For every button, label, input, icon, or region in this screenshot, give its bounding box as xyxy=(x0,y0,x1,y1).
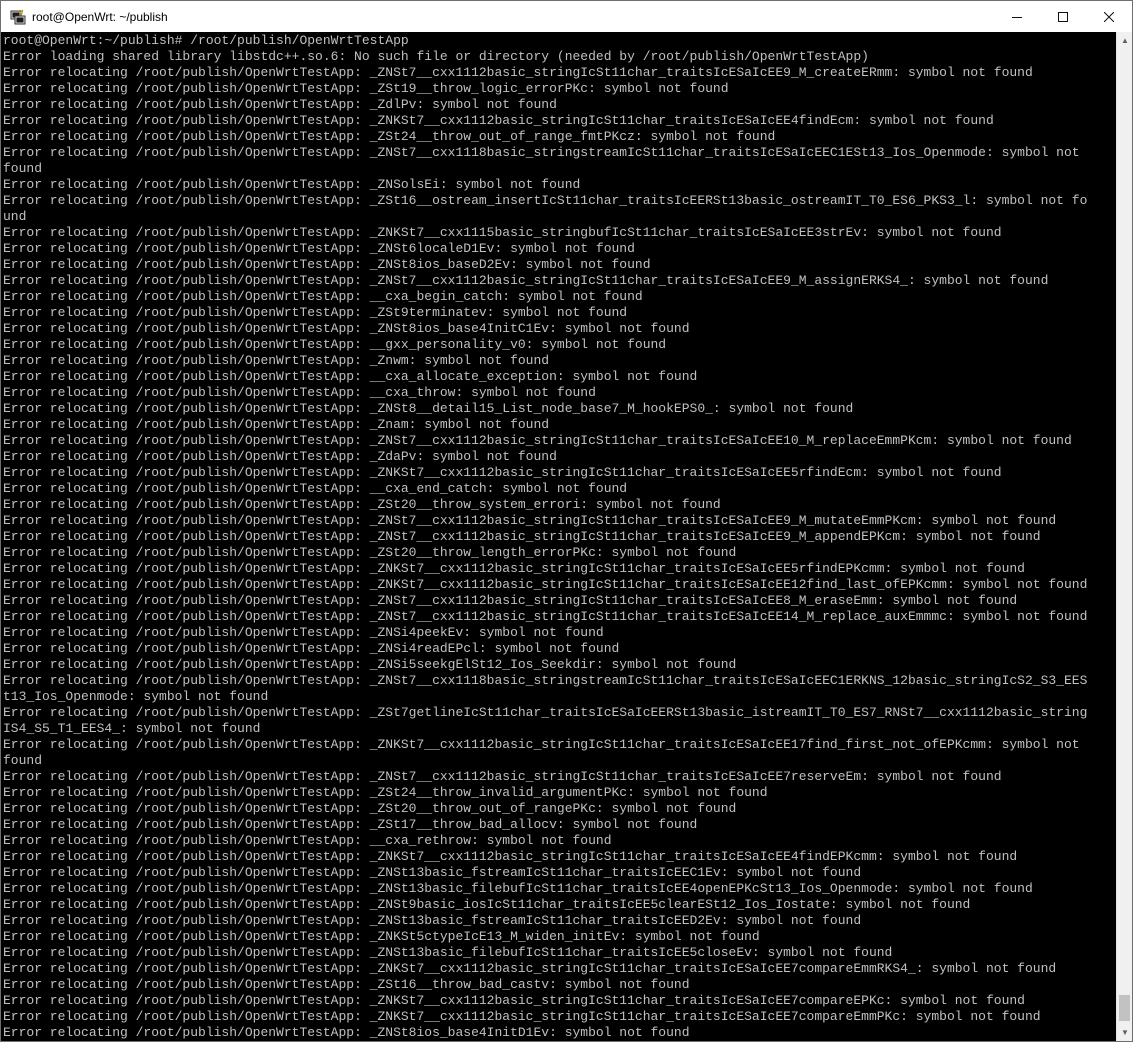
terminal-line: found xyxy=(3,753,43,768)
terminal-line: Error relocating /root/publish/OpenWrtTe… xyxy=(3,801,737,816)
terminal-line: found xyxy=(3,161,43,176)
terminal-line: Error relocating /root/publish/OpenWrtTe… xyxy=(3,273,1049,288)
terminal-line: Error relocating /root/publish/OpenWrtTe… xyxy=(3,353,550,368)
terminal-line: Error relocating /root/publish/OpenWrtTe… xyxy=(3,145,1080,160)
terminal-line: root@OpenWrt:~/publish# /root/publish/Op… xyxy=(3,33,409,48)
terminal-line: Error relocating /root/publish/OpenWrtTe… xyxy=(3,1025,690,1040)
terminal-line: Error relocating /root/publish/OpenWrtTe… xyxy=(3,65,1033,80)
scrollbar-thumb[interactable] xyxy=(1119,995,1130,1021)
maximize-icon xyxy=(1058,11,1068,22)
terminal-line: Error relocating /root/publish/OpenWrtTe… xyxy=(3,465,1002,480)
terminal-line: Error relocating /root/publish/OpenWrtTe… xyxy=(3,577,1088,592)
terminal-line: Error relocating /root/publish/OpenWrtTe… xyxy=(3,641,620,656)
terminal-line: Error relocating /root/publish/OpenWrtTe… xyxy=(3,737,1080,752)
terminal-line: Error relocating /root/publish/OpenWrtTe… xyxy=(3,849,1018,864)
maximize-button[interactable] xyxy=(1040,1,1086,32)
terminal-line: Error relocating /root/publish/OpenWrtTe… xyxy=(3,97,557,112)
scroll-down-arrow-icon[interactable]: ▼ xyxy=(1117,1024,1133,1041)
terminal-line: und xyxy=(3,209,27,224)
terminal-line: Error relocating /root/publish/OpenWrtTe… xyxy=(3,833,612,848)
terminal-line: Error relocating /root/publish/OpenWrtTe… xyxy=(3,369,698,384)
close-button[interactable] xyxy=(1086,1,1132,32)
terminal-line: Error relocating /root/publish/OpenWrtTe… xyxy=(3,289,643,304)
terminal-line: Error relocating /root/publish/OpenWrtTe… xyxy=(3,113,994,128)
terminal-line: Error relocating /root/publish/OpenWrtTe… xyxy=(3,657,737,672)
terminal-line: Error relocating /root/publish/OpenWrtTe… xyxy=(3,913,862,928)
terminal-line: Error relocating /root/publish/OpenWrtTe… xyxy=(3,1009,1041,1024)
terminal-line: Error relocating /root/publish/OpenWrtTe… xyxy=(3,257,651,272)
terminal-line: Error relocating /root/publish/OpenWrtTe… xyxy=(3,593,1018,608)
terminal-line: Error relocating /root/publish/OpenWrtTe… xyxy=(3,769,1002,784)
terminal-line: Error relocating /root/publish/OpenWrtTe… xyxy=(3,321,690,336)
terminal-line: Error relocating /root/publish/OpenWrtTe… xyxy=(3,961,1057,976)
terminal-window: root@OpenWrt: ~/publish root@OpenWrt:~/p… xyxy=(0,0,1133,1042)
terminal-line: Error relocating /root/publish/OpenWrtTe… xyxy=(3,305,628,320)
vertical-scrollbar[interactable]: ▲ ▼ xyxy=(1116,32,1132,1041)
terminal-line: Error relocating /root/publish/OpenWrtTe… xyxy=(3,193,1088,208)
terminal-line: Error relocating /root/publish/OpenWrtTe… xyxy=(3,81,729,96)
terminal-line: IS4_S5_T1_EES4_: symbol not found xyxy=(3,721,261,736)
terminal-line: Error relocating /root/publish/OpenWrtTe… xyxy=(3,241,635,256)
terminal-line: Error relocating /root/publish/OpenWrtTe… xyxy=(3,881,1033,896)
terminal-line: Error relocating /root/publish/OpenWrtTe… xyxy=(3,929,760,944)
terminal-line: Error relocating /root/publish/OpenWrtTe… xyxy=(3,945,893,960)
terminal-line: Error relocating /root/publish/OpenWrtTe… xyxy=(3,129,776,144)
terminal-line: Error relocating /root/publish/OpenWrtTe… xyxy=(3,977,690,992)
terminal-line: Error relocating /root/publish/OpenWrtTe… xyxy=(3,897,971,912)
terminal-line: Error relocating /root/publish/OpenWrtTe… xyxy=(3,609,1088,624)
terminal-line: Error relocating /root/publish/OpenWrtTe… xyxy=(3,417,550,432)
terminal-line: Error relocating /root/publish/OpenWrtTe… xyxy=(3,817,698,832)
terminal-line: Error relocating /root/publish/OpenWrtTe… xyxy=(3,561,1025,576)
terminal-line: Error relocating /root/publish/OpenWrtTe… xyxy=(3,865,862,880)
terminal-line: Error relocating /root/publish/OpenWrtTe… xyxy=(3,529,1041,544)
terminal-line: Error relocating /root/publish/OpenWrtTe… xyxy=(3,673,1088,688)
minimize-icon xyxy=(1012,16,1022,18)
window-title: root@OpenWrt: ~/publish xyxy=(32,9,168,24)
terminal-line: Error relocating /root/publish/OpenWrtTe… xyxy=(3,497,721,512)
putty-icon[interactable] xyxy=(10,8,26,25)
terminal-line: Error relocating /root/publish/OpenWrtTe… xyxy=(3,433,1072,448)
title-bar[interactable]: root@OpenWrt: ~/publish xyxy=(1,1,1132,32)
terminal-line: Error relocating /root/publish/OpenWrtTe… xyxy=(3,513,1057,528)
terminal-line: Error relocating /root/publish/OpenWrtTe… xyxy=(3,337,667,352)
terminal-line: Error relocating /root/publish/OpenWrtTe… xyxy=(3,705,1088,720)
terminal-line: Error relocating /root/publish/OpenWrtTe… xyxy=(3,545,737,560)
close-icon xyxy=(1104,11,1114,22)
window-controls xyxy=(994,1,1132,32)
terminal-line: Error relocating /root/publish/OpenWrtTe… xyxy=(3,225,1002,240)
terminal-line: t13_Ios_Openmode: symbol not found xyxy=(3,689,269,704)
terminal-line: Error relocating /root/publish/OpenWrtTe… xyxy=(3,785,768,800)
terminal-lines: root@OpenWrt:~/publish# /root/publish/Op… xyxy=(1,33,1115,1041)
terminal-line: Error relocating /root/publish/OpenWrtTe… xyxy=(3,481,628,496)
terminal-line: Error relocating /root/publish/OpenWrtTe… xyxy=(3,625,604,640)
scroll-up-arrow-icon[interactable]: ▲ xyxy=(1117,32,1133,49)
terminal-line: Error loading shared library libstdc++.s… xyxy=(3,49,869,64)
terminal-line: Error relocating /root/publish/OpenWrtTe… xyxy=(3,993,1025,1008)
terminal-line: Error relocating /root/publish/OpenWrtTe… xyxy=(3,449,557,464)
terminal-line: Error relocating /root/publish/OpenWrtTe… xyxy=(3,385,596,400)
terminal-line: Error relocating /root/publish/OpenWrtTe… xyxy=(3,401,854,416)
terminal-output[interactable]: root@OpenWrt:~/publish# /root/publish/Op… xyxy=(1,32,1117,1041)
terminal-line: Error relocating /root/publish/OpenWrtTe… xyxy=(3,177,581,192)
minimize-button[interactable] xyxy=(994,1,1040,32)
